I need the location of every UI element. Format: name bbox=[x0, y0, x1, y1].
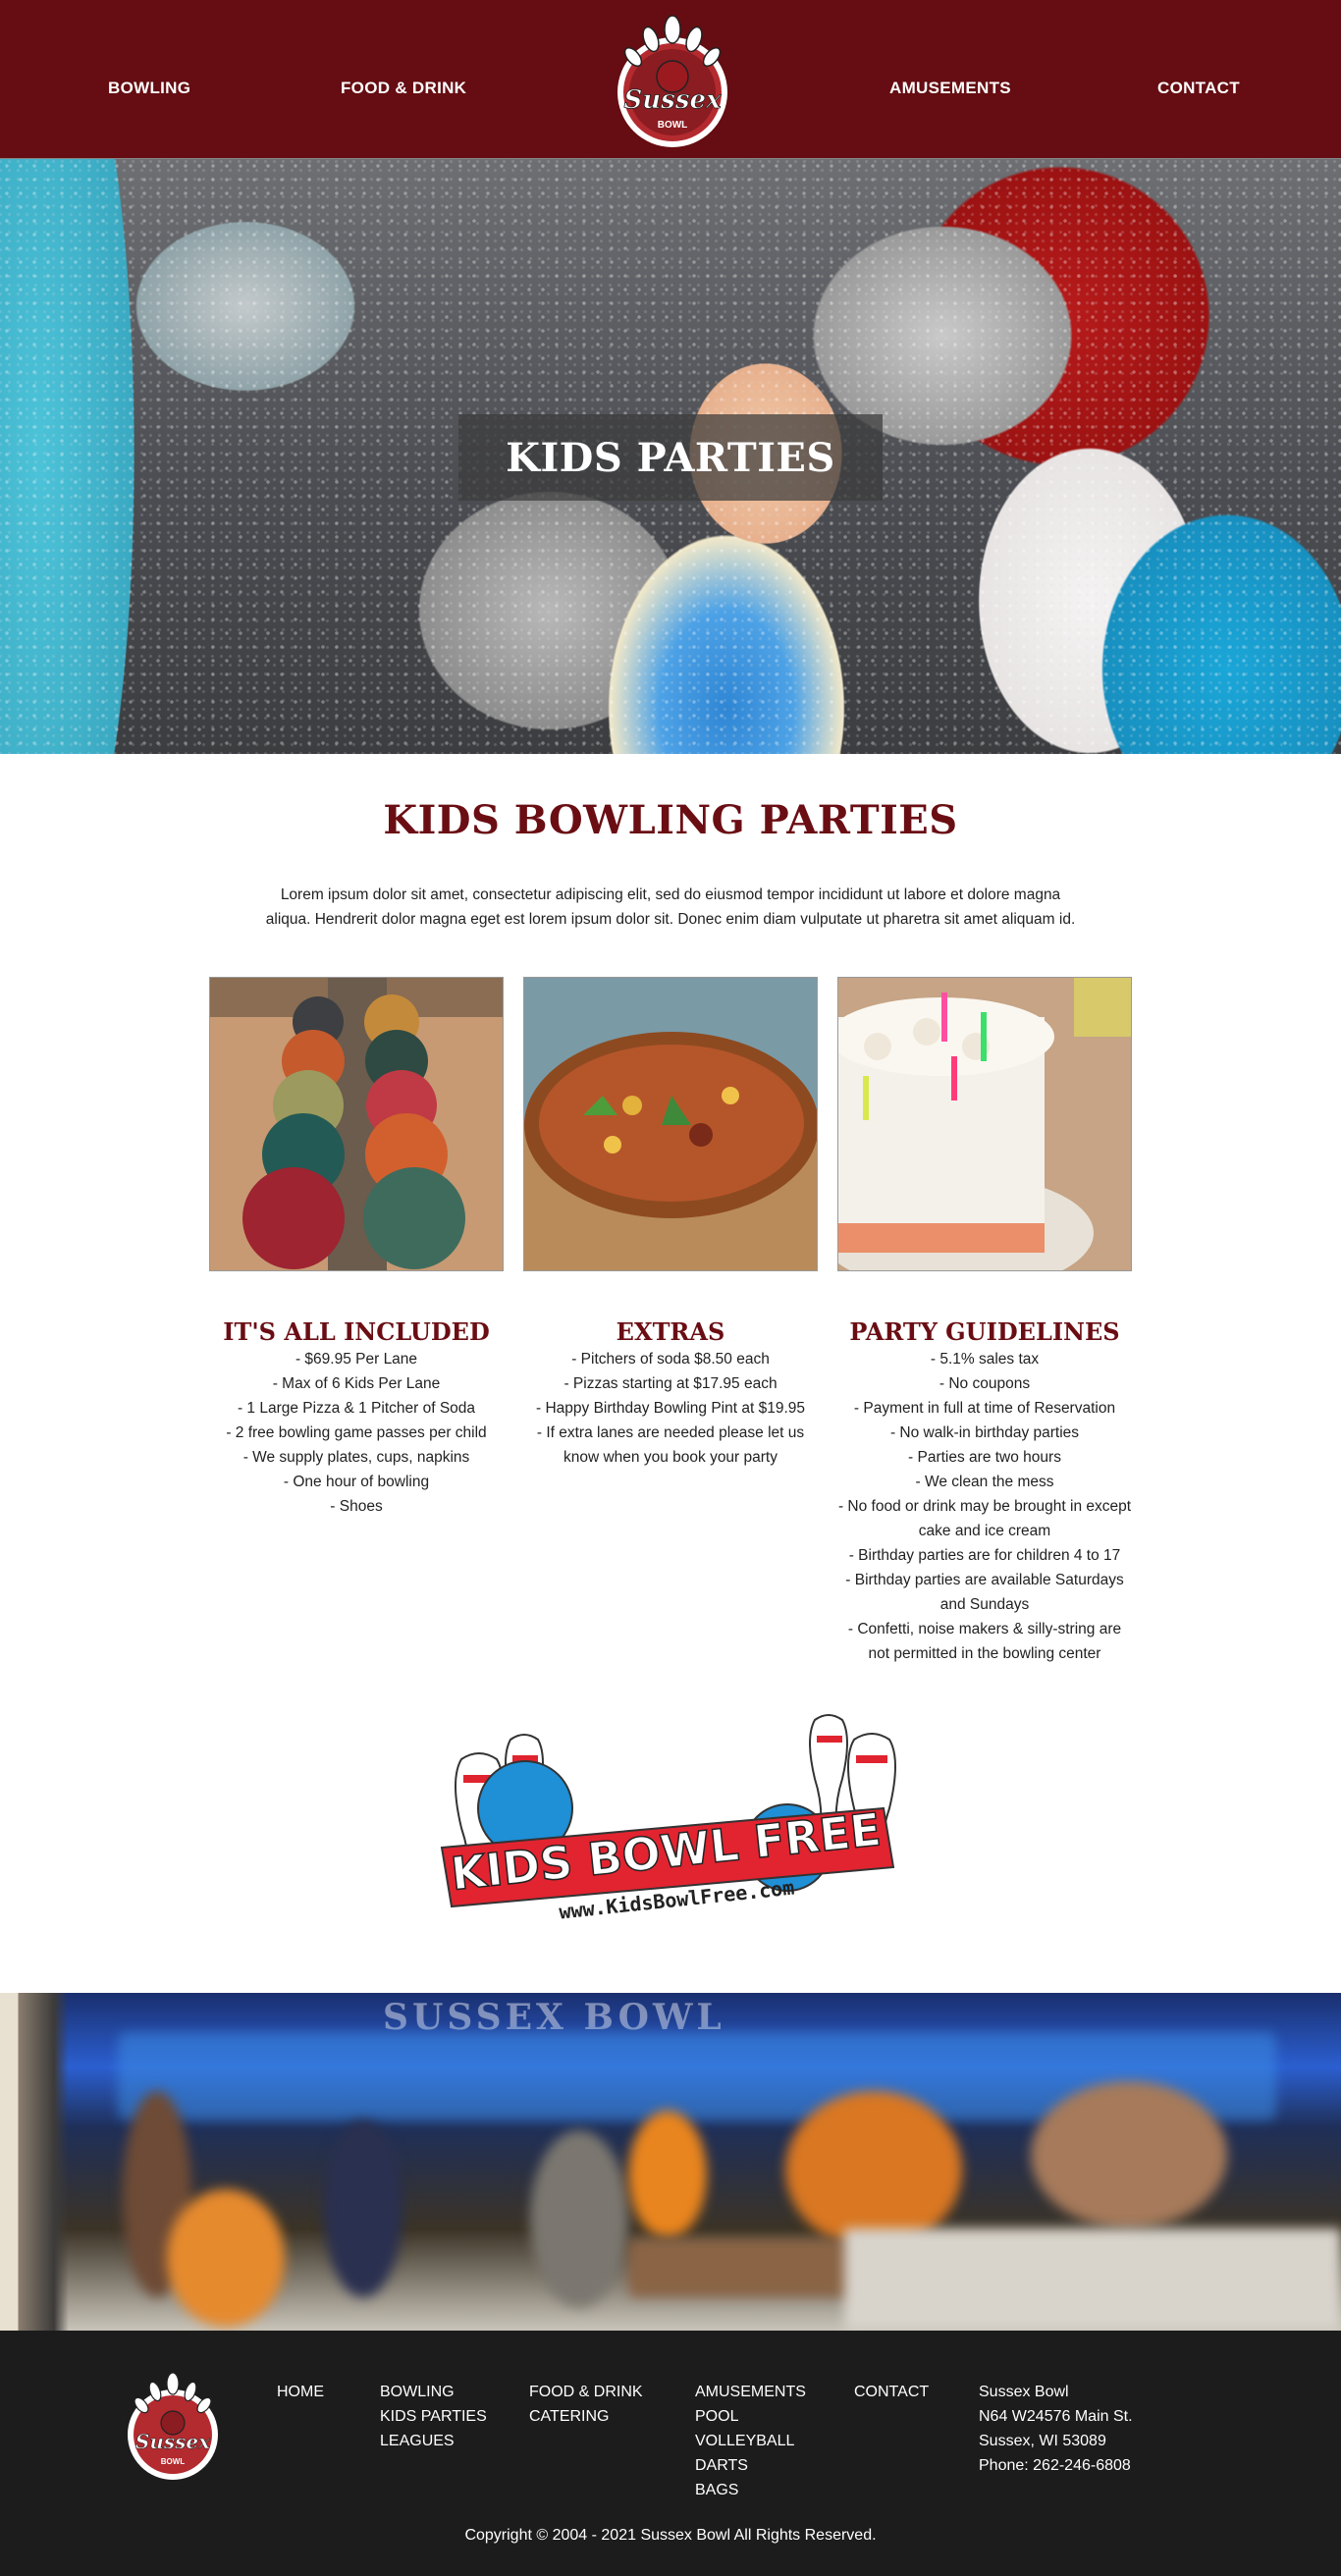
logo-text: Sussex bbox=[624, 85, 722, 115]
footer-link-amusements[interactable]: AMUSEMENTS bbox=[695, 2380, 806, 2404]
included-column: IT'S ALL INCLUDED - $69.95 Per Lane - Ma… bbox=[209, 1317, 504, 1519]
sussex-bowl-logo[interactable]: Sussex BOWL bbox=[610, 10, 735, 149]
intro-paragraph: Lorem ipsum dolor sit amet, consectetur … bbox=[265, 886, 1076, 928]
footer-col-contact: CONTACT bbox=[854, 2380, 929, 2404]
footer-col-home: HOME bbox=[277, 2380, 324, 2404]
list-item: - Max of 6 Kids Per Lane bbox=[272, 1375, 441, 1392]
hero-title-box: KIDS PARTIES bbox=[458, 414, 883, 501]
footer-logo-subtext: BOWL bbox=[161, 2457, 186, 2466]
list-item: - No food or drink may be brought in exc… bbox=[837, 1498, 1132, 1539]
list-item: - Confetti, noise makers & silly-string … bbox=[847, 1621, 1122, 1662]
footer-link-pool[interactable]: POOL bbox=[695, 2404, 806, 2429]
footer-link-darts[interactable]: DARTS bbox=[695, 2453, 806, 2478]
site-header: BOWLING FOOD & DRINK Sussex BOWL AMUSEME… bbox=[0, 0, 1341, 159]
list-item: - 2 free bowling game passes per child bbox=[226, 1424, 487, 1441]
list-item: - Happy Birthday Bowling Pint at $19.95 bbox=[536, 1400, 805, 1417]
list-item: - Birthday parties are for children 4 to… bbox=[848, 1547, 1121, 1564]
footer-link-bowling[interactable]: BOWLING bbox=[380, 2380, 487, 2404]
address-line: N64 W24576 Main St. bbox=[979, 2408, 1133, 2425]
list-item: - No walk-in birthday parties bbox=[889, 1424, 1080, 1441]
list-item: - We clean the mess bbox=[915, 1474, 1054, 1490]
kids-bowl-free-logo[interactable]: KIDS BOWL FREE www.KidsBowlFree.com bbox=[0, 1700, 1341, 1928]
guidelines-column: PARTY GUIDELINES - 5.1% sales tax - No c… bbox=[837, 1317, 1132, 1666]
footer-link-bags[interactable]: BAGS bbox=[695, 2478, 806, 2502]
list-item: - One hour of bowling bbox=[283, 1474, 430, 1490]
hero-title: KIDS PARTIES bbox=[506, 434, 835, 481]
site-footer: Sussex BOWL HOME BOWLING KIDS PARTIES LE… bbox=[0, 2331, 1341, 2576]
list-item: - 5.1% sales tax bbox=[930, 1351, 1040, 1368]
photo-row bbox=[0, 977, 1341, 1279]
nav-amusements[interactable]: AMUSEMENTS bbox=[889, 79, 1011, 98]
address-line: Sussex Bowl bbox=[979, 2384, 1069, 2400]
list-item: - Shoes bbox=[330, 1498, 383, 1515]
footer-link-leagues[interactable]: LEAGUES bbox=[380, 2429, 487, 2453]
person-silhouette bbox=[628, 2111, 707, 2238]
bowling-balls-photo bbox=[209, 977, 504, 1271]
footer-address: Sussex Bowl N64 W24576 Main St. Sussex, … bbox=[979, 2380, 1133, 2478]
footer-logo-text: Sussex bbox=[135, 2430, 211, 2453]
person-silhouette bbox=[1031, 2081, 1227, 2228]
person-silhouette bbox=[530, 2130, 628, 2307]
list-item: - 1 Large Pizza & 1 Pitcher of Soda bbox=[237, 1400, 476, 1417]
list-item: - No coupons bbox=[939, 1375, 1031, 1392]
list-item: - Parties are two hours bbox=[908, 1449, 1061, 1466]
person-silhouette bbox=[324, 2120, 402, 2297]
list-item: - Payment in full at time of Reservation bbox=[853, 1400, 1116, 1417]
extras-column: EXTRAS - Pitchers of soda $8.50 each - P… bbox=[523, 1317, 818, 1470]
footer-link-contact[interactable]: CONTACT bbox=[854, 2380, 929, 2404]
hero-banner: KIDS PARTIES bbox=[0, 159, 1341, 754]
footer-col-amusements: AMUSEMENTS POOL VOLLEYBALL DARTS BAGS bbox=[695, 2380, 806, 2502]
nav-bowling[interactable]: BOWLING bbox=[108, 79, 190, 98]
floor bbox=[844, 2228, 1341, 2331]
list-item: - Pizzas starting at $17.95 each bbox=[563, 1375, 778, 1392]
person-silhouette bbox=[785, 2091, 962, 2248]
person-silhouette bbox=[167, 2189, 285, 2327]
list-item: - $69.95 Per Lane bbox=[295, 1351, 418, 1368]
info-columns: IT'S ALL INCLUDED - $69.95 Per Lane - Ma… bbox=[0, 1317, 1341, 1700]
footer-col-bowling: BOWLING KIDS PARTIES LEAGUES bbox=[380, 2380, 487, 2453]
footer-link-home[interactable]: HOME bbox=[277, 2380, 324, 2404]
extras-title: EXTRAS bbox=[616, 1317, 725, 1346]
guidelines-title: PARTY GUIDELINES bbox=[849, 1317, 1120, 1346]
footer-link-catering[interactable]: CATERING bbox=[529, 2404, 643, 2429]
list-item: - We supply plates, cups, napkins bbox=[242, 1449, 470, 1466]
footer-link-volleyball[interactable]: VOLLEYBALL bbox=[695, 2429, 806, 2453]
footer-col-food: FOOD & DRINK CATERING bbox=[529, 2380, 643, 2429]
birthday-cake-photo bbox=[837, 977, 1132, 1271]
included-title: IT'S ALL INCLUDED bbox=[223, 1317, 490, 1346]
nav-contact[interactable]: CONTACT bbox=[1157, 79, 1240, 98]
logo-subtext: BOWL bbox=[658, 120, 688, 131]
footer-logo[interactable]: Sussex BOWL bbox=[124, 2368, 222, 2484]
list-item: - Birthday parties are available Saturda… bbox=[845, 1572, 1124, 1613]
phone-number[interactable]: Phone: 262-246-6808 bbox=[979, 2453, 1133, 2478]
list-item: - Pitchers of soda $8.50 each bbox=[571, 1351, 770, 1368]
address-line: Sussex, WI 53089 bbox=[979, 2433, 1106, 2449]
footer-link-food-drink[interactable]: FOOD & DRINK bbox=[529, 2380, 643, 2404]
page-title: KIDS BOWLING PARTIES bbox=[383, 797, 958, 843]
bowling-center-banner: SUSSEX BOWL bbox=[0, 1993, 1341, 2331]
pizza-photo bbox=[523, 977, 818, 1271]
nav-food-drink[interactable]: FOOD & DRINK bbox=[341, 79, 466, 98]
copyright-text: Copyright © 2004 - 2021 Sussex Bowl All … bbox=[464, 2527, 877, 2544]
list-item: - If extra lanes are needed please let u… bbox=[536, 1424, 805, 1466]
footer-link-kids-parties[interactable]: KIDS PARTIES bbox=[380, 2404, 487, 2429]
